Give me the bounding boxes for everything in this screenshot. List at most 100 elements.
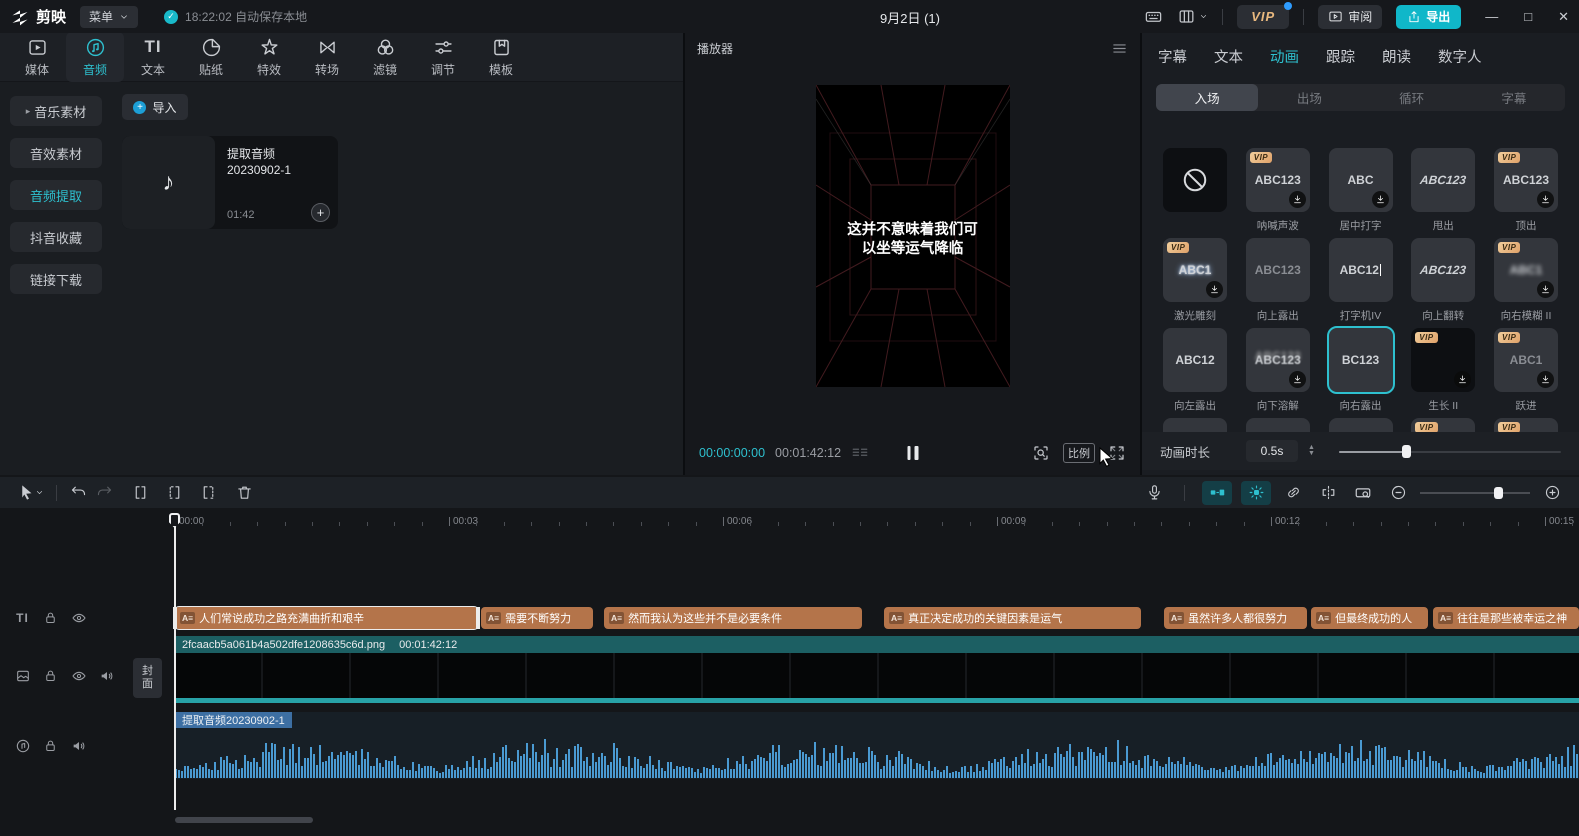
delete-left-button[interactable] <box>161 481 187 505</box>
animation-tile[interactable]: ABC1VIP <box>1163 238 1227 302</box>
animation-tile[interactable]: VIP <box>1411 418 1475 432</box>
sidebar-item-music-assets[interactable]: ▸音乐素材 <box>10 96 102 126</box>
sidebar-item-sound-effects[interactable]: 音效素材 <box>10 138 102 168</box>
menu-button[interactable]: 菜单 <box>80 6 138 28</box>
animation-tile[interactable]: ABC12 <box>1163 328 1227 392</box>
animation-tile[interactable]: ABC123VIP <box>1246 148 1310 212</box>
tab-adjust[interactable]: 调节 <box>414 32 472 82</box>
inspector-tab-animation[interactable]: 动画 <box>1270 46 1299 67</box>
delete-right-button[interactable] <box>195 481 221 505</box>
window-close-button[interactable]: ✕ <box>1558 9 1569 25</box>
text-segment[interactable]: A≡虽然许多人都很努力 <box>1164 607 1307 629</box>
text-segment[interactable]: A≡人们常说成功之路充满曲折和艰辛 <box>175 607 478 629</box>
animation-subtab-loop[interactable]: 循环 <box>1361 84 1463 111</box>
animation-subtab-out[interactable]: 出场 <box>1258 84 1360 111</box>
animation-tile[interactable] <box>1163 418 1227 432</box>
link-toggle[interactable] <box>1280 481 1306 505</box>
text-segment[interactable]: A≡然而我认为这些并不是必要条件 <box>604 607 862 629</box>
tab-effects[interactable]: 特效 <box>240 32 298 82</box>
text-segment[interactable]: A≡但最终成功的人 <box>1311 607 1428 629</box>
lock-icon[interactable] <box>42 609 59 626</box>
timeline-zoom-slider[interactable] <box>1420 486 1530 500</box>
animation-tile[interactable]: ABC1VIP <box>1494 238 1558 302</box>
mute-icon[interactable] <box>70 737 87 754</box>
tab-template[interactable]: 模板 <box>472 32 530 82</box>
video-clip[interactable]: 2fcaacb5a061b4a502dfe1208635c6d.png 00:0… <box>175 636 1579 653</box>
tab-media[interactable]: 媒体 <box>8 32 66 82</box>
mute-icon[interactable] <box>98 667 115 684</box>
layout-switch-button[interactable] <box>1177 7 1208 26</box>
animation-tile[interactable] <box>1246 418 1310 432</box>
segment-trim-handle-right[interactable] <box>476 607 480 629</box>
animation-tile[interactable] <box>1163 148 1227 212</box>
shortcut-keyboard-icon[interactable] <box>1144 7 1163 26</box>
tab-transition[interactable]: 转场 <box>298 32 356 82</box>
animation-tile[interactable]: ABC <box>1329 148 1393 212</box>
export-button[interactable]: 导出 <box>1396 5 1461 29</box>
animation-tile[interactable]: ABC123VIP <box>1494 148 1558 212</box>
record-voiceover-button[interactable] <box>1141 481 1167 505</box>
inspector-tab-digital-human[interactable]: 数字人 <box>1438 46 1482 67</box>
aspect-ratio-button[interactable]: 比例 <box>1063 443 1095 463</box>
timeline-horizontal-scrollbar[interactable] <box>175 817 313 823</box>
fullscreen-icon[interactable] <box>1108 444 1126 462</box>
inspector-tab-subtitle[interactable]: 字幕 <box>1158 46 1187 67</box>
sidebar-item-audio-extract[interactable]: 音频提取 <box>10 180 102 210</box>
duration-slider[interactable] <box>1339 444 1561 458</box>
eye-icon[interactable] <box>70 667 87 684</box>
extracted-audio-card[interactable]: ♪ 提取音频 20230902-1 01:42 + <box>122 136 338 229</box>
animation-tile[interactable]: VIP <box>1494 418 1558 432</box>
window-minimize-button[interactable]: — <box>1485 9 1498 24</box>
lock-icon[interactable] <box>42 667 59 684</box>
split-button[interactable] <box>127 481 153 505</box>
zoom-out-button[interactable] <box>1385 481 1411 505</box>
redo-button[interactable] <box>91 481 117 505</box>
tab-text[interactable]: TI文本 <box>124 32 182 82</box>
timeline-preview-toggle[interactable] <box>1350 481 1376 505</box>
player-menu-icon[interactable] <box>1111 40 1128 57</box>
animation-tile[interactable]: BC123 <box>1329 328 1393 392</box>
duration-stepper[interactable]: ▲▼ <box>1308 445 1315 457</box>
review-button[interactable]: 审阅 <box>1318 5 1382 29</box>
animation-tile[interactable]: ABC12 <box>1329 238 1393 302</box>
animation-tile[interactable]: ABC123 <box>1246 328 1310 392</box>
tab-filter[interactable]: 滤镜 <box>356 32 414 82</box>
animation-tile[interactable]: ABC123 <box>1411 238 1475 302</box>
video-preview[interactable]: 这并不意味着我们可 以坐等运气降临 <box>816 85 1010 387</box>
duration-value-field[interactable]: 0.5s <box>1246 440 1298 462</box>
sidebar-item-douyin-favorites[interactable]: 抖音收藏 <box>10 222 102 252</box>
timeline-ruler[interactable]: 00:0000:0300:0600:0900:1200:15 <box>0 512 1579 534</box>
animation-subtab-caption[interactable]: 字幕 <box>1463 84 1565 111</box>
select-tool-button[interactable] <box>14 481 48 505</box>
sidebar-item-link-download[interactable]: 链接下载 <box>10 264 102 294</box>
animation-tile[interactable]: ABC123 <box>1246 238 1310 302</box>
delete-button[interactable] <box>231 481 257 505</box>
preview-quality-icon[interactable] <box>1032 444 1050 462</box>
lock-icon[interactable] <box>42 737 59 754</box>
inspector-tab-reading[interactable]: 朗读 <box>1382 46 1411 67</box>
split-at-playhead-button[interactable] <box>1315 481 1341 505</box>
magnetic-snap-toggle[interactable] <box>1202 481 1232 505</box>
tab-audio[interactable]: 音频 <box>66 32 124 82</box>
zoom-slider-handle[interactable] <box>1494 487 1503 499</box>
animation-subtab-in[interactable]: 入场 <box>1156 84 1258 111</box>
zoom-in-button[interactable] <box>1539 481 1565 505</box>
window-maximize-button[interactable]: □ <box>1524 9 1532 24</box>
undo-button[interactable] <box>65 481 91 505</box>
inspector-tab-tracking[interactable]: 跟踪 <box>1326 46 1355 67</box>
pause-button[interactable] <box>907 446 918 460</box>
text-segment[interactable]: A≡真正决定成功的关键因素是运气 <box>884 607 1141 629</box>
text-segment[interactable]: A≡往往是那些被幸运之神 <box>1433 607 1579 629</box>
add-to-timeline-button[interactable]: + <box>311 203 330 222</box>
duration-slider-handle[interactable] <box>1402 445 1411 458</box>
animation-tile[interactable] <box>1329 418 1393 432</box>
auto-snap-toggle[interactable] <box>1241 481 1271 505</box>
animation-tile[interactable]: VIP <box>1411 328 1475 392</box>
vip-button[interactable]: VIP <box>1237 5 1289 29</box>
import-button[interactable]: + 导入 <box>122 94 188 120</box>
frame-list-icon[interactable] <box>851 444 869 462</box>
animation-tile[interactable]: ABC123 <box>1411 148 1475 212</box>
playhead-line[interactable] <box>174 513 176 810</box>
inspector-tab-text[interactable]: 文本 <box>1214 46 1243 67</box>
cover-button[interactable]: 封 面 <box>133 658 162 698</box>
